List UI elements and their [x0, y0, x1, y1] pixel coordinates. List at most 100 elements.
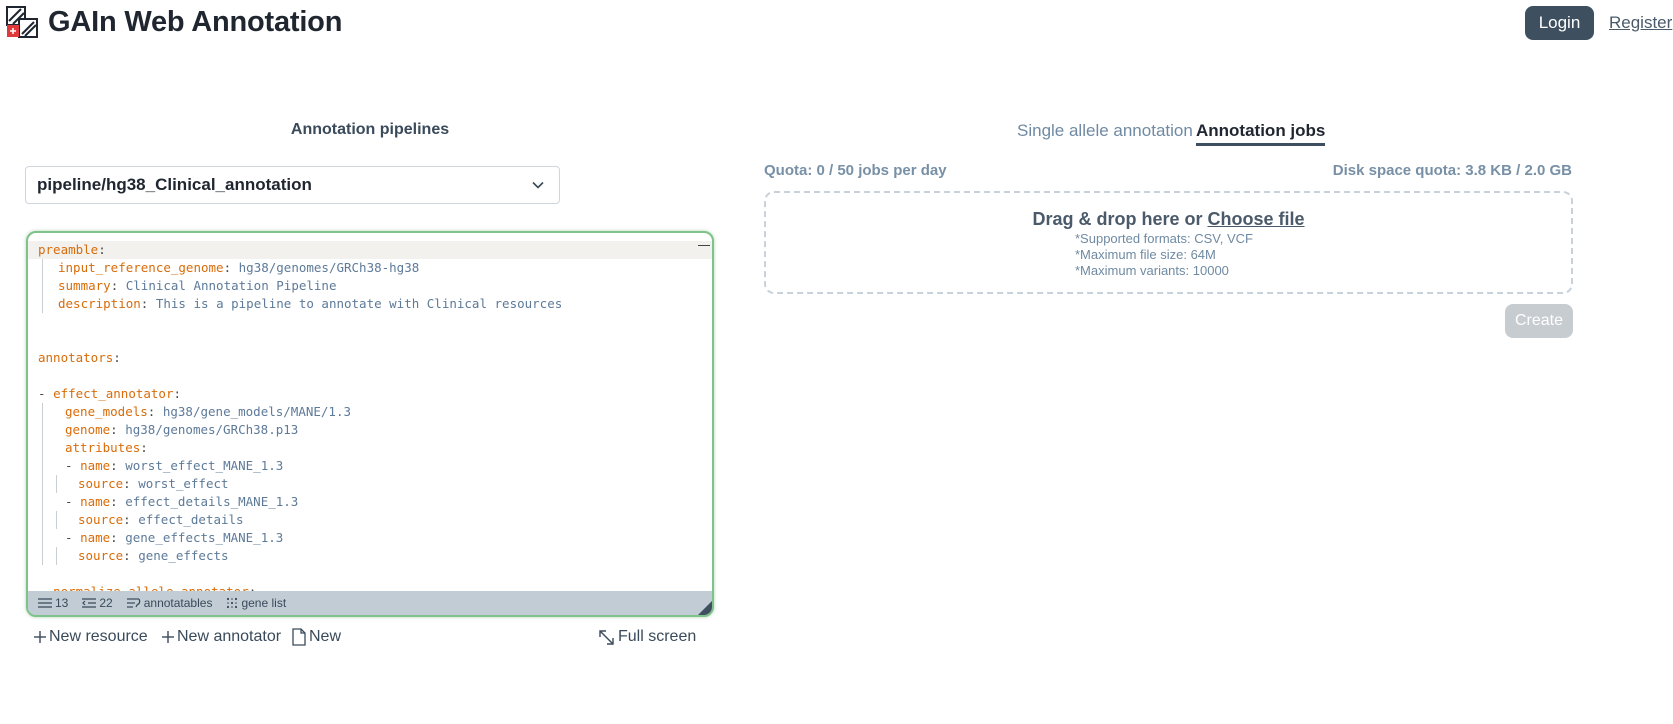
yaml-key: summary	[58, 278, 111, 293]
new-label: New	[309, 628, 342, 645]
indent-guide	[42, 259, 43, 277]
editor-status-bar: 13 22 annotatables gene list	[28, 591, 712, 615]
code-line-text: source: effect_details	[38, 512, 244, 527]
code-line[interactable]: - effect_annotator:	[28, 385, 712, 403]
code-line-text: - name: effect_details_MANE_1.3	[38, 494, 298, 509]
code-line[interactable]	[28, 367, 712, 385]
status-indent-count: 22	[99, 596, 113, 610]
code-line[interactable]: attributes:	[28, 439, 712, 457]
code-line[interactable]: - normalize_allele_annotator:	[28, 583, 712, 591]
code-line-text: summary: Clinical Annotation Pipeline	[38, 278, 336, 293]
code-line[interactable]: preamble:	[28, 241, 712, 259]
pipeline-select-value: pipeline/hg38_Clinical_annotation	[37, 175, 312, 194]
yaml-punct: :	[110, 278, 126, 293]
yaml-value: effect_details_MANE_1.3	[125, 494, 299, 509]
code-line-text: - effect_annotator:	[38, 386, 181, 401]
code-line[interactable]: genome: hg38/genomes/GRCh38.p13	[28, 421, 712, 439]
supported-formats-note: *Supported formats: CSV, VCF	[1075, 231, 1253, 246]
yaml-key: source	[78, 548, 124, 563]
code-line[interactable]: source: worst_effect	[28, 475, 712, 493]
dropzone-prefix: Drag & drop here or	[1032, 209, 1208, 229]
code-line-text: - normalize_allele_annotator:	[38, 584, 256, 591]
code-line[interactable]	[28, 565, 712, 583]
code-line[interactable]: - name: gene_effects_MANE_1.3	[28, 529, 712, 547]
code-line[interactable]	[28, 313, 712, 331]
code-line[interactable]	[28, 331, 712, 349]
code-line-text: annotators:	[38, 350, 121, 365]
new-annotator-button[interactable]: New annotator	[162, 628, 281, 646]
code-line-text: - name: worst_effect_MANE_1.3	[38, 458, 283, 473]
yaml-value: hg38/genomes/GRCh38.p13	[125, 422, 299, 437]
choose-file-link[interactable]: Choose file	[1208, 209, 1305, 229]
new-button[interactable]: New	[292, 628, 341, 646]
code-line-text: genome: hg38/genomes/GRCh38.p13	[38, 422, 298, 437]
yaml-punct: :	[110, 494, 126, 509]
yaml-value: worst_effect_MANE_1.3	[125, 458, 284, 473]
dots-grid-icon	[227, 597, 238, 609]
plus-icon	[34, 631, 46, 643]
code-line[interactable]: source: gene_effects	[28, 547, 712, 565]
yaml-key: name	[80, 458, 111, 473]
code-line[interactable]: - name: effect_details_MANE_1.3	[28, 493, 712, 511]
register-link[interactable]: Register	[1609, 13, 1672, 33]
code-line[interactable]: source: effect_details	[28, 511, 712, 529]
yaml-key: attributes	[65, 440, 141, 455]
code-line[interactable]: input_reference_genome: hg38/genomes/GRC…	[28, 259, 712, 277]
status-annotatables[interactable]: annotatables	[126, 596, 212, 610]
code-line[interactable]: annotators:	[28, 349, 712, 367]
yaml-punct: :	[140, 440, 148, 455]
pipeline-editor[interactable]: preamble: input_reference_genome: hg38/ge…	[26, 231, 714, 617]
code-line[interactable]: - name: worst_effect_MANE_1.3	[28, 457, 712, 475]
yaml-punct: -	[38, 584, 53, 591]
full-screen-label: Full screen	[618, 628, 697, 645]
indent-guide	[42, 493, 43, 511]
max-file-size-note: *Maximum file size: 64M	[1075, 247, 1216, 262]
yaml-punct: -	[65, 494, 81, 509]
editor-code-area[interactable]: preamble: input_reference_genome: hg38/ge…	[28, 241, 712, 591]
file-icon	[292, 628, 306, 646]
yaml-key: source	[78, 512, 124, 527]
tab-single-allele-annotation[interactable]: Single allele annotation	[1017, 121, 1193, 141]
login-button[interactable]: Login	[1525, 6, 1594, 40]
indent-guide	[42, 529, 43, 547]
yaml-punct: -	[65, 458, 81, 473]
indent-guide	[42, 511, 43, 529]
chevron-down-icon	[532, 181, 544, 189]
full-screen-button[interactable]: Full screen	[598, 628, 696, 646]
yaml-value: hg38/genomes/GRCh38-hg38	[238, 260, 420, 275]
indent-guide	[56, 547, 57, 565]
app-logo-icon	[6, 6, 38, 38]
yaml-value: gene_effects	[138, 548, 229, 563]
code-line[interactable]: summary: Clinical Annotation Pipeline	[28, 277, 712, 295]
file-dropzone[interactable]: Drag & drop here or Choose file *Support…	[764, 191, 1573, 294]
indent-guide	[42, 295, 43, 313]
yaml-value: effect_details	[138, 512, 244, 527]
code-line[interactable]: description: This is a pipeline to annot…	[28, 295, 712, 313]
create-button[interactable]: Create	[1505, 304, 1573, 338]
status-gene-list-label: gene list	[241, 596, 287, 610]
tab-annotation-jobs[interactable]: Annotation jobs	[1196, 121, 1326, 146]
new-resource-label: New resource	[49, 628, 148, 645]
yaml-punct: -	[38, 386, 54, 401]
max-variants-note: *Maximum variants: 10000	[1075, 263, 1229, 278]
yaml-key: annotators	[38, 350, 114, 365]
editor-resize-handle[interactable]	[698, 601, 712, 615]
status-gene-list[interactable]: gene list	[226, 596, 286, 610]
new-resource-button[interactable]: New resource	[34, 628, 148, 646]
code-line-text: - name: gene_effects_MANE_1.3	[38, 530, 283, 545]
code-line[interactable]: gene_models: hg38/gene_models/MANE/1.3	[28, 403, 712, 421]
code-line-text: attributes:	[38, 440, 148, 455]
editor-scrollbar[interactable]	[698, 245, 710, 246]
code-line-text: source: worst_effect	[38, 476, 229, 491]
yaml-key: description	[58, 296, 141, 311]
yaml-key: genome	[65, 422, 111, 437]
pipeline-select[interactable]: pipeline/hg38_Clinical_annotation	[25, 166, 560, 204]
yaml-punct: :	[123, 512, 139, 527]
yaml-key: gene_models	[65, 404, 148, 419]
dropzone-title: Drag & drop here or Choose file	[766, 209, 1571, 230]
pipelines-heading: Annotation pipelines	[290, 121, 450, 138]
yaml-punct: :	[110, 422, 126, 437]
indent-guide	[42, 403, 43, 421]
yaml-punct: :	[123, 548, 139, 563]
yaml-value: gene_effects_MANE_1.3	[125, 530, 284, 545]
